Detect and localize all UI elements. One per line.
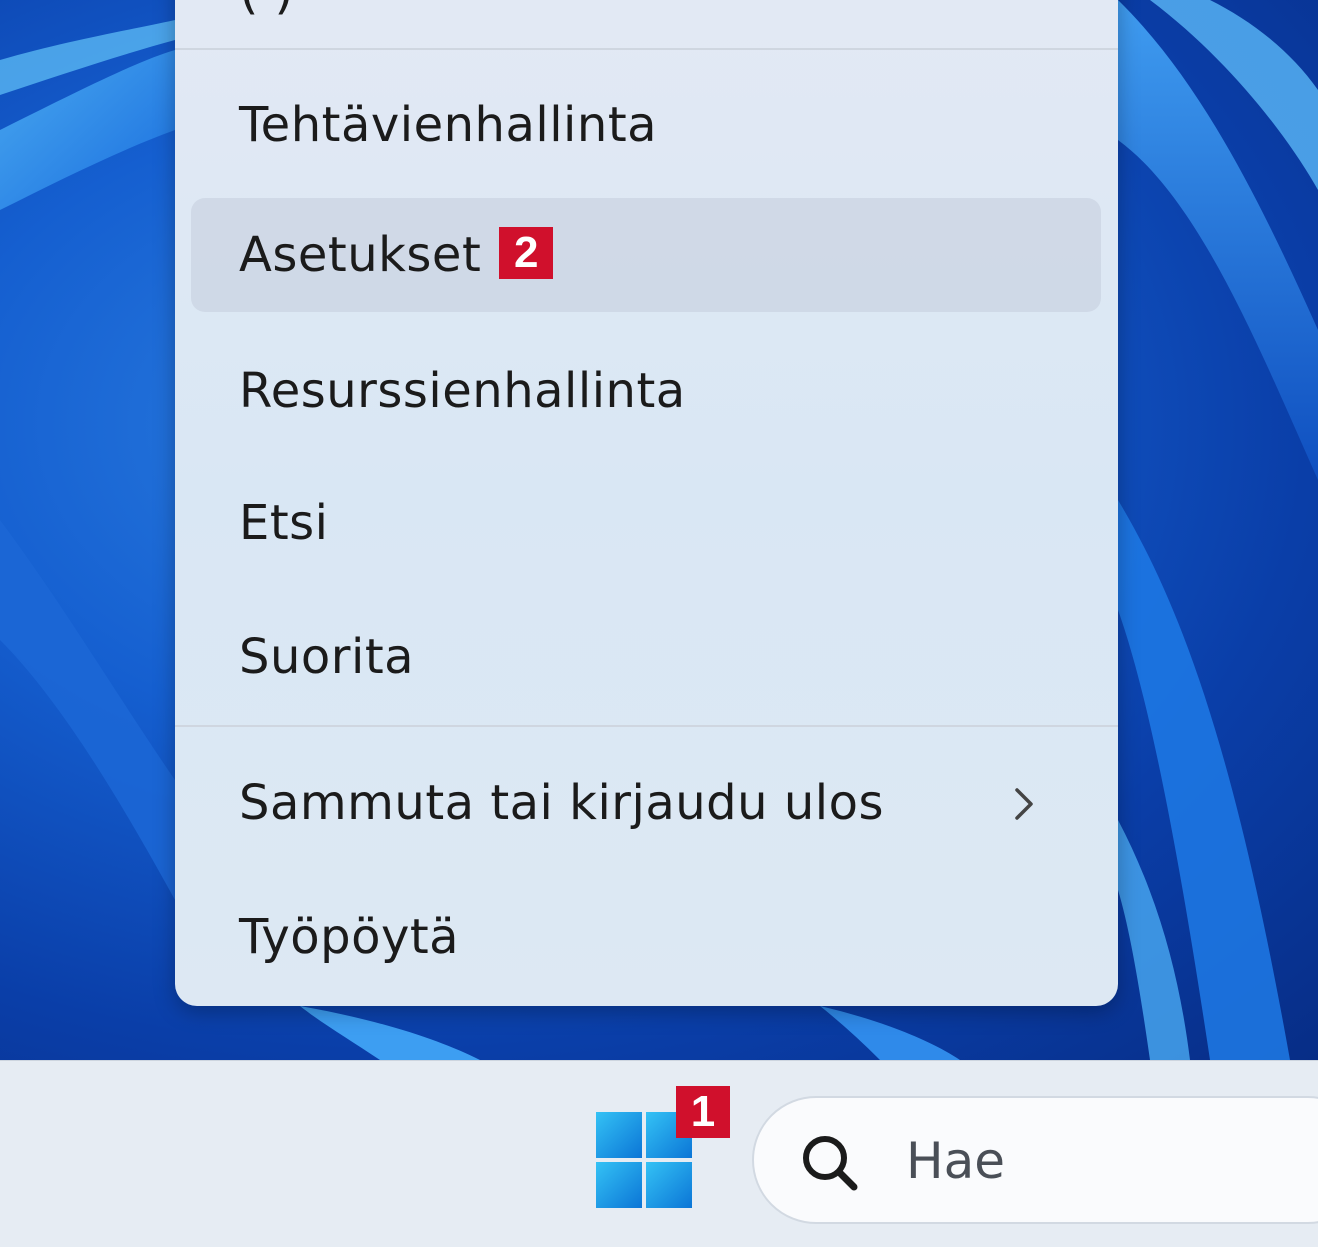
menu-item-label: Etsi (239, 495, 329, 551)
menu-item-label: Suorita (239, 629, 415, 685)
menu-item-label: Sammuta tai kirjaudu ulos (239, 775, 884, 831)
menu-divider (175, 725, 1118, 727)
menu-item-label: Tehtävienhallinta (239, 97, 658, 153)
search-icon (803, 1136, 858, 1191)
menu-item-run[interactable]: Suorita (191, 600, 1101, 714)
step-badge-2: 2 (499, 227, 554, 279)
taskbar-search-box[interactable]: Hae (752, 1096, 1318, 1224)
start-context-menu: ( ) Tehtävienhallinta Asetukset 2 Resurs… (175, 0, 1118, 1006)
menu-item-settings[interactable]: Asetukset 2 (191, 198, 1101, 312)
menu-item-task-manager[interactable]: Tehtävienhallinta (191, 68, 1101, 182)
chevron-right-icon (1015, 788, 1033, 820)
menu-item-shutdown-signout[interactable]: Sammuta tai kirjaudu ulos (191, 746, 1101, 860)
menu-divider (175, 48, 1118, 50)
search-placeholder: Hae (906, 1132, 1005, 1190)
menu-item-label: Työpöytä (239, 909, 460, 965)
menu-item-label: Resurssienhallinta (239, 363, 686, 419)
menu-item-label: Asetukset (239, 227, 482, 283)
menu-item-file-explorer[interactable]: Resurssienhallinta (191, 334, 1101, 448)
step-badge-1: 1 (676, 1086, 730, 1138)
menu-item-partial[interactable]: ( ) (239, 0, 294, 20)
menu-item-desktop[interactable]: Työpöytä (191, 880, 1101, 994)
menu-item-search[interactable]: Etsi (191, 466, 1101, 580)
